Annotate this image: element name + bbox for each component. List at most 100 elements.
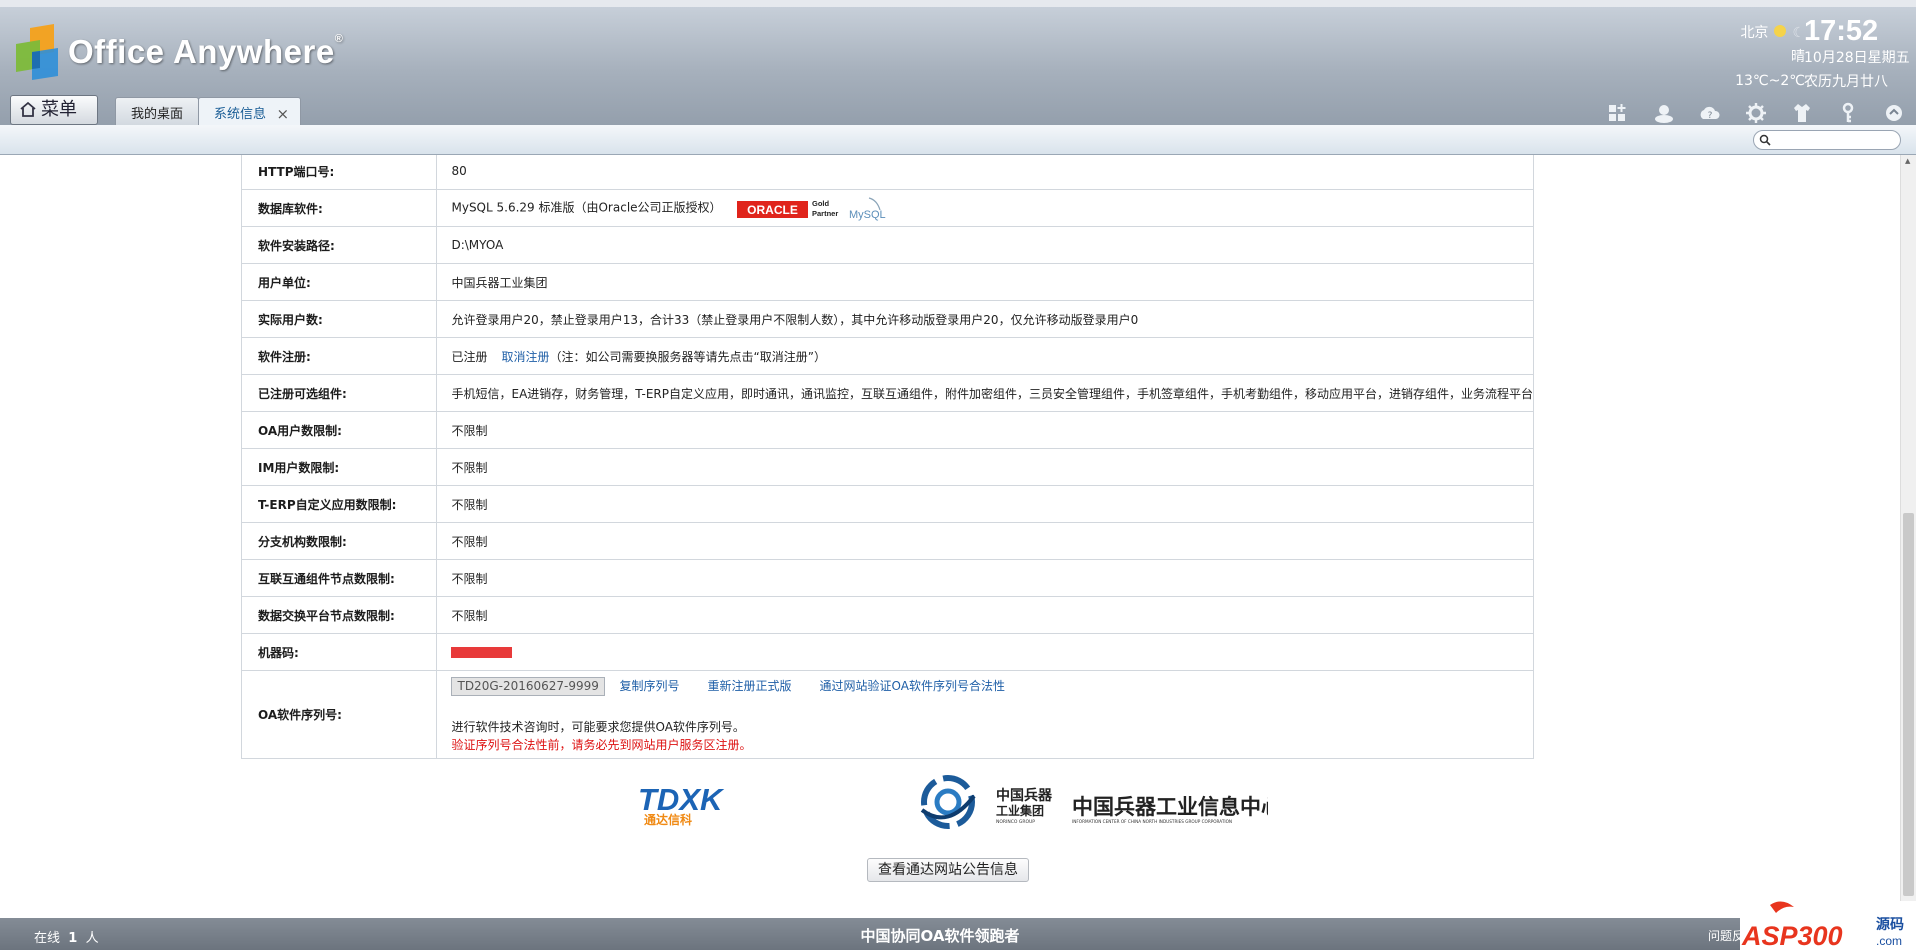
feedback-link[interactable]: 问题反	[1708, 927, 1744, 944]
tdxk-logo: TDXK 通达信科	[638, 782, 725, 826]
svg-text:通达信科: 通达信科	[644, 812, 692, 826]
oracle-gold-partner-mysql-logo: ORACLE Gold Partner MySQL	[737, 197, 886, 221]
serial-cell: TD20G-20160627-9999 复制序列号 重新注册正式版 通过网站验证OA软…	[436, 670, 1534, 759]
svg-text:ORACLE: ORACLE	[748, 203, 799, 217]
svg-text:源码: 源码	[1876, 916, 1904, 933]
row-label: 已注册可选组件:	[240, 374, 438, 412]
re-register-link[interactable]: 重新注册正式版	[708, 679, 792, 693]
clock-time: 17:52	[1804, 15, 1879, 47]
content-area: HTTP端口号: 80 数据库软件: MySQL 5.6.29 标准版（由Oracl…	[0, 155, 1900, 918]
table-row: T-ERP自定义应用数限制: 不限制	[240, 485, 1534, 523]
table-row: OA软件序列号: TD20G-20160627-9999 复制序列号 重新注册正式版…	[240, 670, 1534, 759]
svg-text:TDXK: TDXK	[638, 782, 725, 817]
slogan: 中国协同OA软件领跑者	[860, 927, 1020, 945]
cloud-help-icon[interactable]: ?	[1698, 101, 1722, 125]
row-value: D:\MYOA	[436, 226, 1534, 264]
svg-text:中国兵器工业信息中心: 中国兵器工业信息中心	[1072, 795, 1268, 819]
table-row: IM用户数限制: 不限制	[240, 448, 1534, 486]
weather-widget: 北京 ☾ 晴 13℃~2℃	[1735, 25, 1805, 89]
svg-text:INFORMATION CENTER OF CHINA NO: INFORMATION CENTER OF CHINA NORTH INDUST…	[1072, 819, 1232, 824]
norinco-info-center-logo: 中国兵器 工业集团 NORINCO GROUP 中国兵器工业信息中心 INFOR…	[920, 775, 1268, 829]
table-row: 软件注册: 已注册 取消注册（注：如公司需要换服务器等请先点击“取消注册”）	[240, 337, 1534, 375]
row-label: IM用户数限制:	[240, 448, 438, 486]
menu-button[interactable]: 菜单	[10, 95, 98, 125]
system-info-table: HTTP端口号: 80 数据库软件: MySQL 5.6.29 标准版（由Oracl…	[240, 155, 1534, 759]
row-value: 不限制	[436, 559, 1534, 597]
key-icon[interactable]	[1836, 101, 1860, 125]
svg-text:NORINCO GROUP: NORINCO GROUP	[996, 819, 1035, 825]
svg-text:Gold: Gold	[812, 199, 829, 208]
user-chat-icon[interactable]	[1652, 101, 1676, 125]
row-value: 不限制	[436, 522, 1534, 560]
table-row: 数据库软件: MySQL 5.6.29 标准版（由Oracle公司正版授权） OR…	[240, 189, 1534, 227]
asp300-watermark: ASP300 源码 .com	[1740, 901, 1916, 950]
row-label: 实际用户数:	[240, 300, 438, 338]
top-header: Office Anywhere® 菜单 我的桌面 系统信息 × 北京 ☾ 晴 13℃…	[0, 0, 1916, 133]
sun-icon	[1774, 25, 1787, 37]
svg-text:Partner: Partner	[812, 209, 838, 218]
table-row: 软件安装路径: D:\MYOA	[240, 226, 1534, 264]
row-label: 数据交换平台节点数限制:	[240, 596, 438, 634]
app-brand: Office Anywhere®	[68, 33, 344, 70]
table-row: OA用户数限制: 不限制	[240, 411, 1534, 449]
home-icon	[20, 101, 36, 117]
row-label: 软件注册:	[240, 337, 438, 375]
clock-date: 10月28日星期五 农历九月廿八	[1804, 50, 1910, 90]
row-label: HTTP端口号:	[240, 155, 438, 190]
table-row: 互联互通组件节点数限制: 不限制	[240, 559, 1534, 597]
row-label: 互联互通组件节点数限制:	[240, 559, 438, 597]
row-value: 已注册 取消注册（注：如公司需要换服务器等请先点击“取消注册”）	[436, 337, 1534, 375]
row-value: 不限制	[436, 411, 1534, 449]
table-row: 用户单位: 中国兵器工业集团	[240, 263, 1534, 301]
svg-text:.com: .com	[1876, 934, 1902, 948]
row-value: 不限制	[436, 596, 1534, 634]
view-notice-button[interactable]: 查看通达网站公告信息	[867, 858, 1029, 882]
svg-text:中国兵器: 中国兵器	[996, 787, 1053, 804]
table-row: 分支机构数限制: 不限制	[240, 522, 1534, 560]
office-anywhere-logo	[16, 24, 58, 80]
svg-text:MySQL: MySQL	[849, 209, 886, 221]
table-row: 实际用户数: 允许登录用户20，禁止登录用户13，合计33（禁止登录用户不限制人数…	[240, 300, 1534, 338]
row-label: 用户单位:	[240, 263, 438, 301]
table-row: 已注册可选组件: 手机短信，EA进销存，财务管理，T-ERP自定义应用，即时通讯，…	[240, 374, 1534, 412]
svg-text:工业集团: 工业集团	[996, 803, 1044, 818]
serial-warning: 验证序列号合法性前，请务必先到网站用户服务区注册。	[451, 738, 752, 752]
svg-text:?: ?	[1708, 111, 1713, 121]
row-label: 分支机构数限制:	[240, 522, 438, 560]
serial-tip: 进行软件技术咨询时，可能要求您提供OA软件序列号。	[451, 720, 745, 734]
row-label: OA用户数限制:	[240, 411, 438, 449]
table-row: 数据交换平台节点数限制: 不限制	[240, 596, 1534, 634]
gear-icon[interactable]	[1744, 101, 1768, 125]
row-value: 中国兵器工业集团	[436, 263, 1534, 301]
row-value: 不限制	[436, 448, 1534, 486]
row-value	[436, 633, 1534, 671]
table-row: 机器码:	[240, 633, 1534, 671]
row-label: 数据库软件:	[240, 189, 438, 227]
vertical-scrollbar[interactable]: ▲ ▼	[1900, 155, 1916, 918]
search-icon	[1759, 134, 1771, 146]
verify-serial-link[interactable]: 通过网站验证OA软件序列号合法性	[820, 679, 1005, 693]
row-value: 手机短信，EA进销存，财务管理，T-ERP自定义应用，即时通讯，通讯监控，互联互…	[436, 374, 1534, 412]
power-icon[interactable]	[1882, 101, 1906, 125]
table-row: HTTP端口号: 80	[240, 155, 1534, 190]
row-value: 允许登录用户20，禁止登录用户13，合计33（禁止登录用户不限制人数），其中允许…	[436, 300, 1534, 338]
scrollbar-thumb[interactable]	[1903, 513, 1914, 896]
row-value: 80	[436, 155, 1534, 190]
row-value: 不限制	[436, 485, 1534, 523]
shirt-skin-icon[interactable]	[1790, 101, 1814, 125]
svg-text:ASP300: ASP300	[1741, 921, 1843, 950]
unregister-link[interactable]: 取消注册	[502, 350, 550, 364]
row-value: MySQL 5.6.29 标准版（由Oracle公司正版授权） ORACLE G…	[436, 189, 1534, 227]
machine-code-redacted	[451, 647, 513, 658]
copy-serial-link[interactable]: 复制序列号	[619, 679, 679, 693]
row-label: 软件安装路径:	[240, 226, 438, 264]
status-bar: 在线 1 人 中国协同OA软件领跑者 问题反	[0, 918, 1916, 950]
sub-toolbar	[0, 125, 1916, 155]
grid-add-icon[interactable]	[1606, 101, 1630, 125]
row-label: OA软件序列号:	[240, 670, 438, 759]
row-label: 机器码:	[240, 633, 438, 671]
search-input[interactable]	[1753, 130, 1901, 150]
row-label: T-ERP自定义应用数限制:	[240, 485, 438, 523]
scroll-up-icon[interactable]: ▲	[1905, 157, 1910, 165]
serial-number-field[interactable]: TD20G-20160627-9999	[451, 677, 606, 696]
